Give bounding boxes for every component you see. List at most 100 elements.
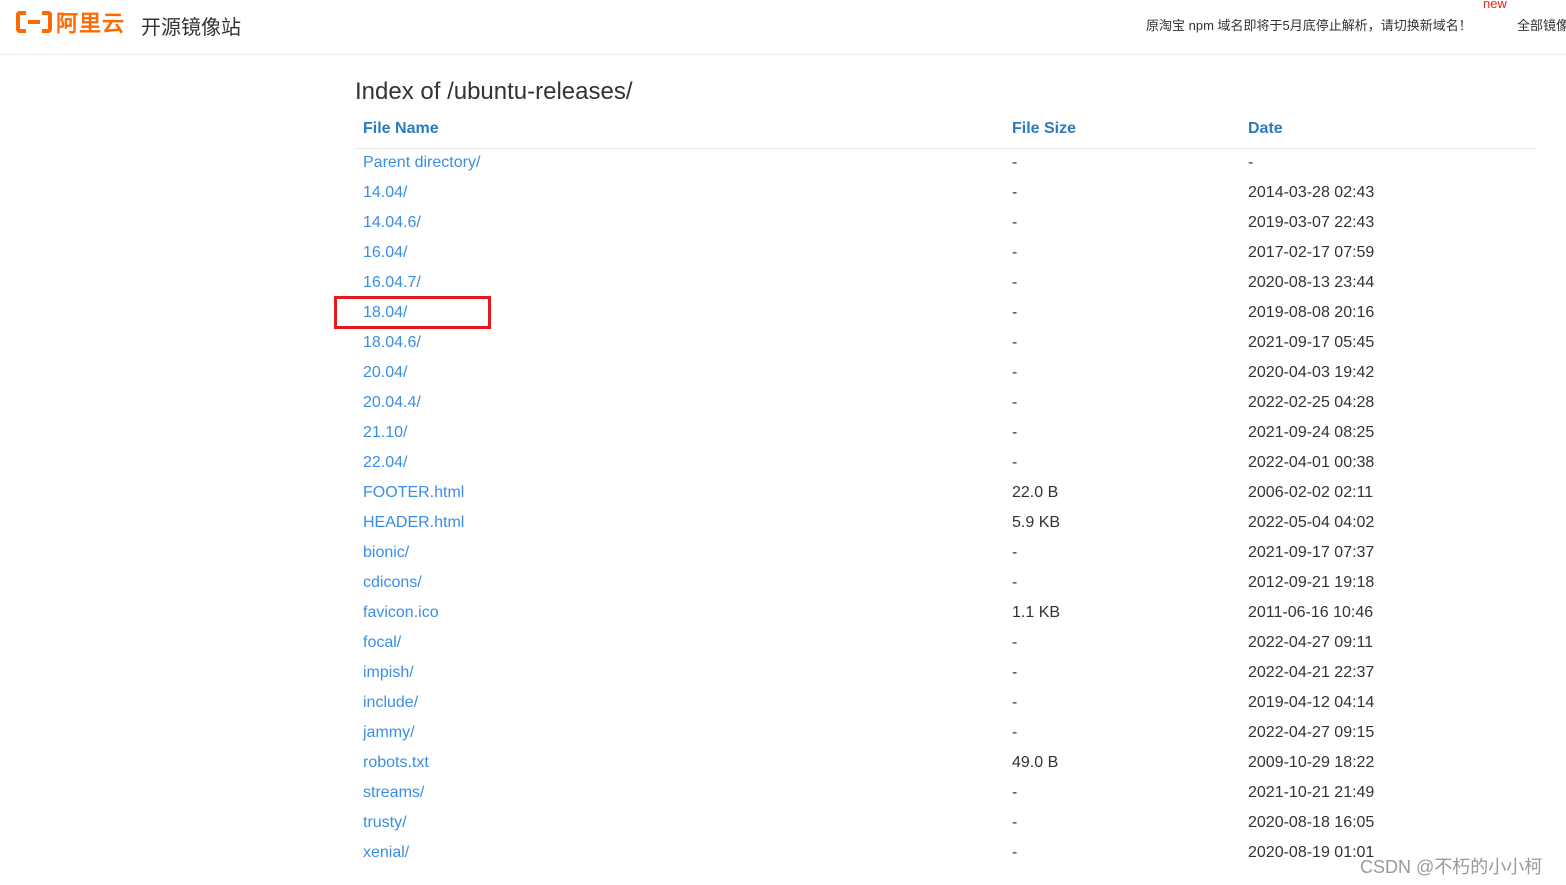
file-size: - — [1012, 214, 1018, 231]
file-date: 2022-04-21 22:37 — [1248, 664, 1375, 681]
file-date: 2022-05-04 04:02 — [1248, 514, 1375, 531]
file-size: - — [1012, 634, 1018, 651]
table-row: favicon.ico 1.1 KB 2011-06-16 10:46 — [355, 599, 1535, 629]
table-row: 14.04.6/ - 2019-03-07 22:43 — [355, 209, 1535, 239]
file-link[interactable]: 14.04.6/ — [363, 214, 421, 232]
file-size: - — [1012, 814, 1018, 831]
table-row: 20.04/ - 2020-04-03 19:42 — [355, 359, 1535, 389]
file-link[interactable]: FOOTER.html — [363, 484, 464, 502]
file-size: - — [1012, 334, 1018, 351]
table-body: Parent directory/ - - 14.04/ - 2014-03-28 02:… — [355, 149, 1535, 869]
table-row: 16.04/ - 2017-02-17 07:59 — [355, 239, 1535, 269]
npm-notice-link[interactable]: 原淘宝 npm 域名即将于5月底停止解析，请切换新域名！ — [1146, 15, 1472, 34]
table-row: include/ - 2019-04-12 04:14 — [355, 689, 1535, 719]
sort-by-date-header[interactable]: Date — [1248, 120, 1283, 138]
file-size: - — [1012, 574, 1018, 591]
file-link[interactable]: 18.04.6/ — [363, 334, 421, 352]
file-size: - — [1012, 154, 1018, 171]
file-link[interactable]: streams/ — [363, 784, 424, 802]
table-row: 22.04/ - 2022-04-01 00:38 — [355, 449, 1535, 479]
table-row: xenial/ - 2020-08-19 01:01 — [355, 839, 1535, 869]
file-link[interactable]: jammy/ — [363, 724, 415, 742]
file-size: - — [1012, 694, 1018, 711]
table-row: impish/ - 2022-04-21 22:37 — [355, 659, 1535, 689]
file-size: - — [1012, 454, 1018, 471]
file-link[interactable]: favicon.ico — [363, 604, 439, 622]
file-link[interactable]: 21.10/ — [363, 424, 407, 442]
file-link[interactable]: 22.04/ — [363, 454, 407, 472]
file-link[interactable]: Parent directory/ — [363, 154, 480, 172]
file-size: - — [1012, 844, 1018, 861]
file-size: - — [1012, 724, 1018, 741]
file-link[interactable]: robots.txt — [363, 754, 429, 772]
file-size: - — [1012, 424, 1018, 441]
aliyun-logo[interactable]: 阿里云 — [16, 6, 125, 38]
logo-text: 阿里云 — [56, 11, 126, 36]
table-row: 16.04.7/ - 2020-08-13 23:44 — [355, 269, 1535, 299]
file-link[interactable]: 20.04.4/ — [363, 394, 421, 412]
new-badge: new — [1483, 0, 1507, 11]
file-date: 2020-08-19 01:01 — [1248, 844, 1375, 861]
file-date: 2021-09-17 07:37 — [1248, 544, 1375, 561]
file-date: 2022-04-27 09:15 — [1248, 724, 1375, 741]
file-date: 2019-03-07 22:43 — [1248, 214, 1375, 231]
file-date: 2020-08-18 16:05 — [1248, 814, 1375, 831]
file-size: - — [1012, 274, 1018, 291]
table-row: 21.10/ - 2021-09-24 08:25 — [355, 419, 1535, 449]
file-link[interactable]: 20.04/ — [363, 364, 407, 382]
file-size: - — [1012, 184, 1018, 201]
file-size: 22.0 B — [1012, 484, 1059, 501]
aliyun-logo-icon — [16, 11, 52, 33]
table-row: robots.txt 49.0 B 2009-10-29 18:22 — [355, 749, 1535, 779]
file-size: - — [1012, 304, 1018, 321]
file-link[interactable]: impish/ — [363, 664, 414, 682]
file-size: - — [1012, 664, 1018, 681]
file-date: 2021-10-21 21:49 — [1248, 784, 1375, 801]
file-size: - — [1012, 244, 1018, 261]
site-name[interactable]: 开源镜像站 — [141, 11, 241, 40]
file-date: 2012-09-21 19:18 — [1248, 574, 1375, 591]
table-row: cdicons/ - 2012-09-21 19:18 — [355, 569, 1535, 599]
highlight-annotation-box — [334, 296, 491, 329]
file-link[interactable]: bionic/ — [363, 544, 409, 562]
file-link[interactable]: trusty/ — [363, 814, 407, 832]
file-link[interactable]: 16.04.7/ — [363, 274, 421, 292]
file-link[interactable]: HEADER.html — [363, 514, 464, 532]
file-size: 1.1 KB — [1012, 604, 1061, 621]
file-date: 2009-10-29 18:22 — [1248, 754, 1375, 771]
file-date: 2011-06-16 10:46 — [1248, 604, 1374, 621]
page-title: Index of /ubuntu-releases/ — [355, 78, 633, 105]
file-date: 2020-04-03 19:42 — [1248, 364, 1375, 381]
file-date: 2019-04-12 04:14 — [1248, 694, 1375, 711]
table-row: FOOTER.html 22.0 B 2006-02-02 02:11 — [355, 479, 1535, 509]
file-size: 49.0 B — [1012, 754, 1059, 771]
file-link[interactable]: 16.04/ — [363, 244, 407, 262]
file-link[interactable]: focal/ — [363, 634, 401, 652]
table-row: Parent directory/ - - — [355, 149, 1535, 179]
top-navbar: 阿里云 开源镜像站 原淘宝 npm 域名即将于5月底停止解析，请切换新域名！ n… — [0, 0, 1566, 55]
table-row: focal/ - 2022-04-27 09:11 — [355, 629, 1535, 659]
table-row: trusty/ - 2020-08-18 16:05 — [355, 809, 1535, 839]
file-link[interactable]: 14.04/ — [363, 184, 407, 202]
file-date: 2014-03-28 02:43 — [1248, 184, 1375, 201]
file-link[interactable]: xenial/ — [363, 844, 409, 862]
file-size: - — [1012, 364, 1018, 381]
file-size: - — [1012, 784, 1018, 801]
table-row: bionic/ - 2021-09-17 07:37 — [355, 539, 1535, 569]
file-date: 2022-04-01 00:38 — [1248, 454, 1375, 471]
file-date: 2019-08-08 20:16 — [1248, 304, 1375, 321]
file-size: - — [1012, 544, 1018, 561]
table-row: 14.04/ - 2014-03-28 02:43 — [355, 179, 1535, 209]
file-date: - — [1248, 154, 1254, 171]
table-row: 20.04.4/ - 2022-02-25 04:28 — [355, 389, 1535, 419]
file-size: - — [1012, 394, 1018, 411]
table-row: 18.04.6/ - 2021-09-17 05:45 — [355, 329, 1535, 359]
sort-by-size-header[interactable]: File Size — [1012, 120, 1076, 138]
file-link[interactable]: cdicons/ — [363, 574, 422, 592]
sort-by-name-header[interactable]: File Name — [363, 120, 439, 138]
table-row: streams/ - 2021-10-21 21:49 — [355, 779, 1535, 809]
all-mirrors-link[interactable]: 全部镜像 — [1517, 15, 1566, 34]
file-date: 2022-02-25 04:28 — [1248, 394, 1375, 411]
file-link[interactable]: include/ — [363, 694, 418, 712]
file-date: 2006-02-02 02:11 — [1248, 484, 1374, 501]
